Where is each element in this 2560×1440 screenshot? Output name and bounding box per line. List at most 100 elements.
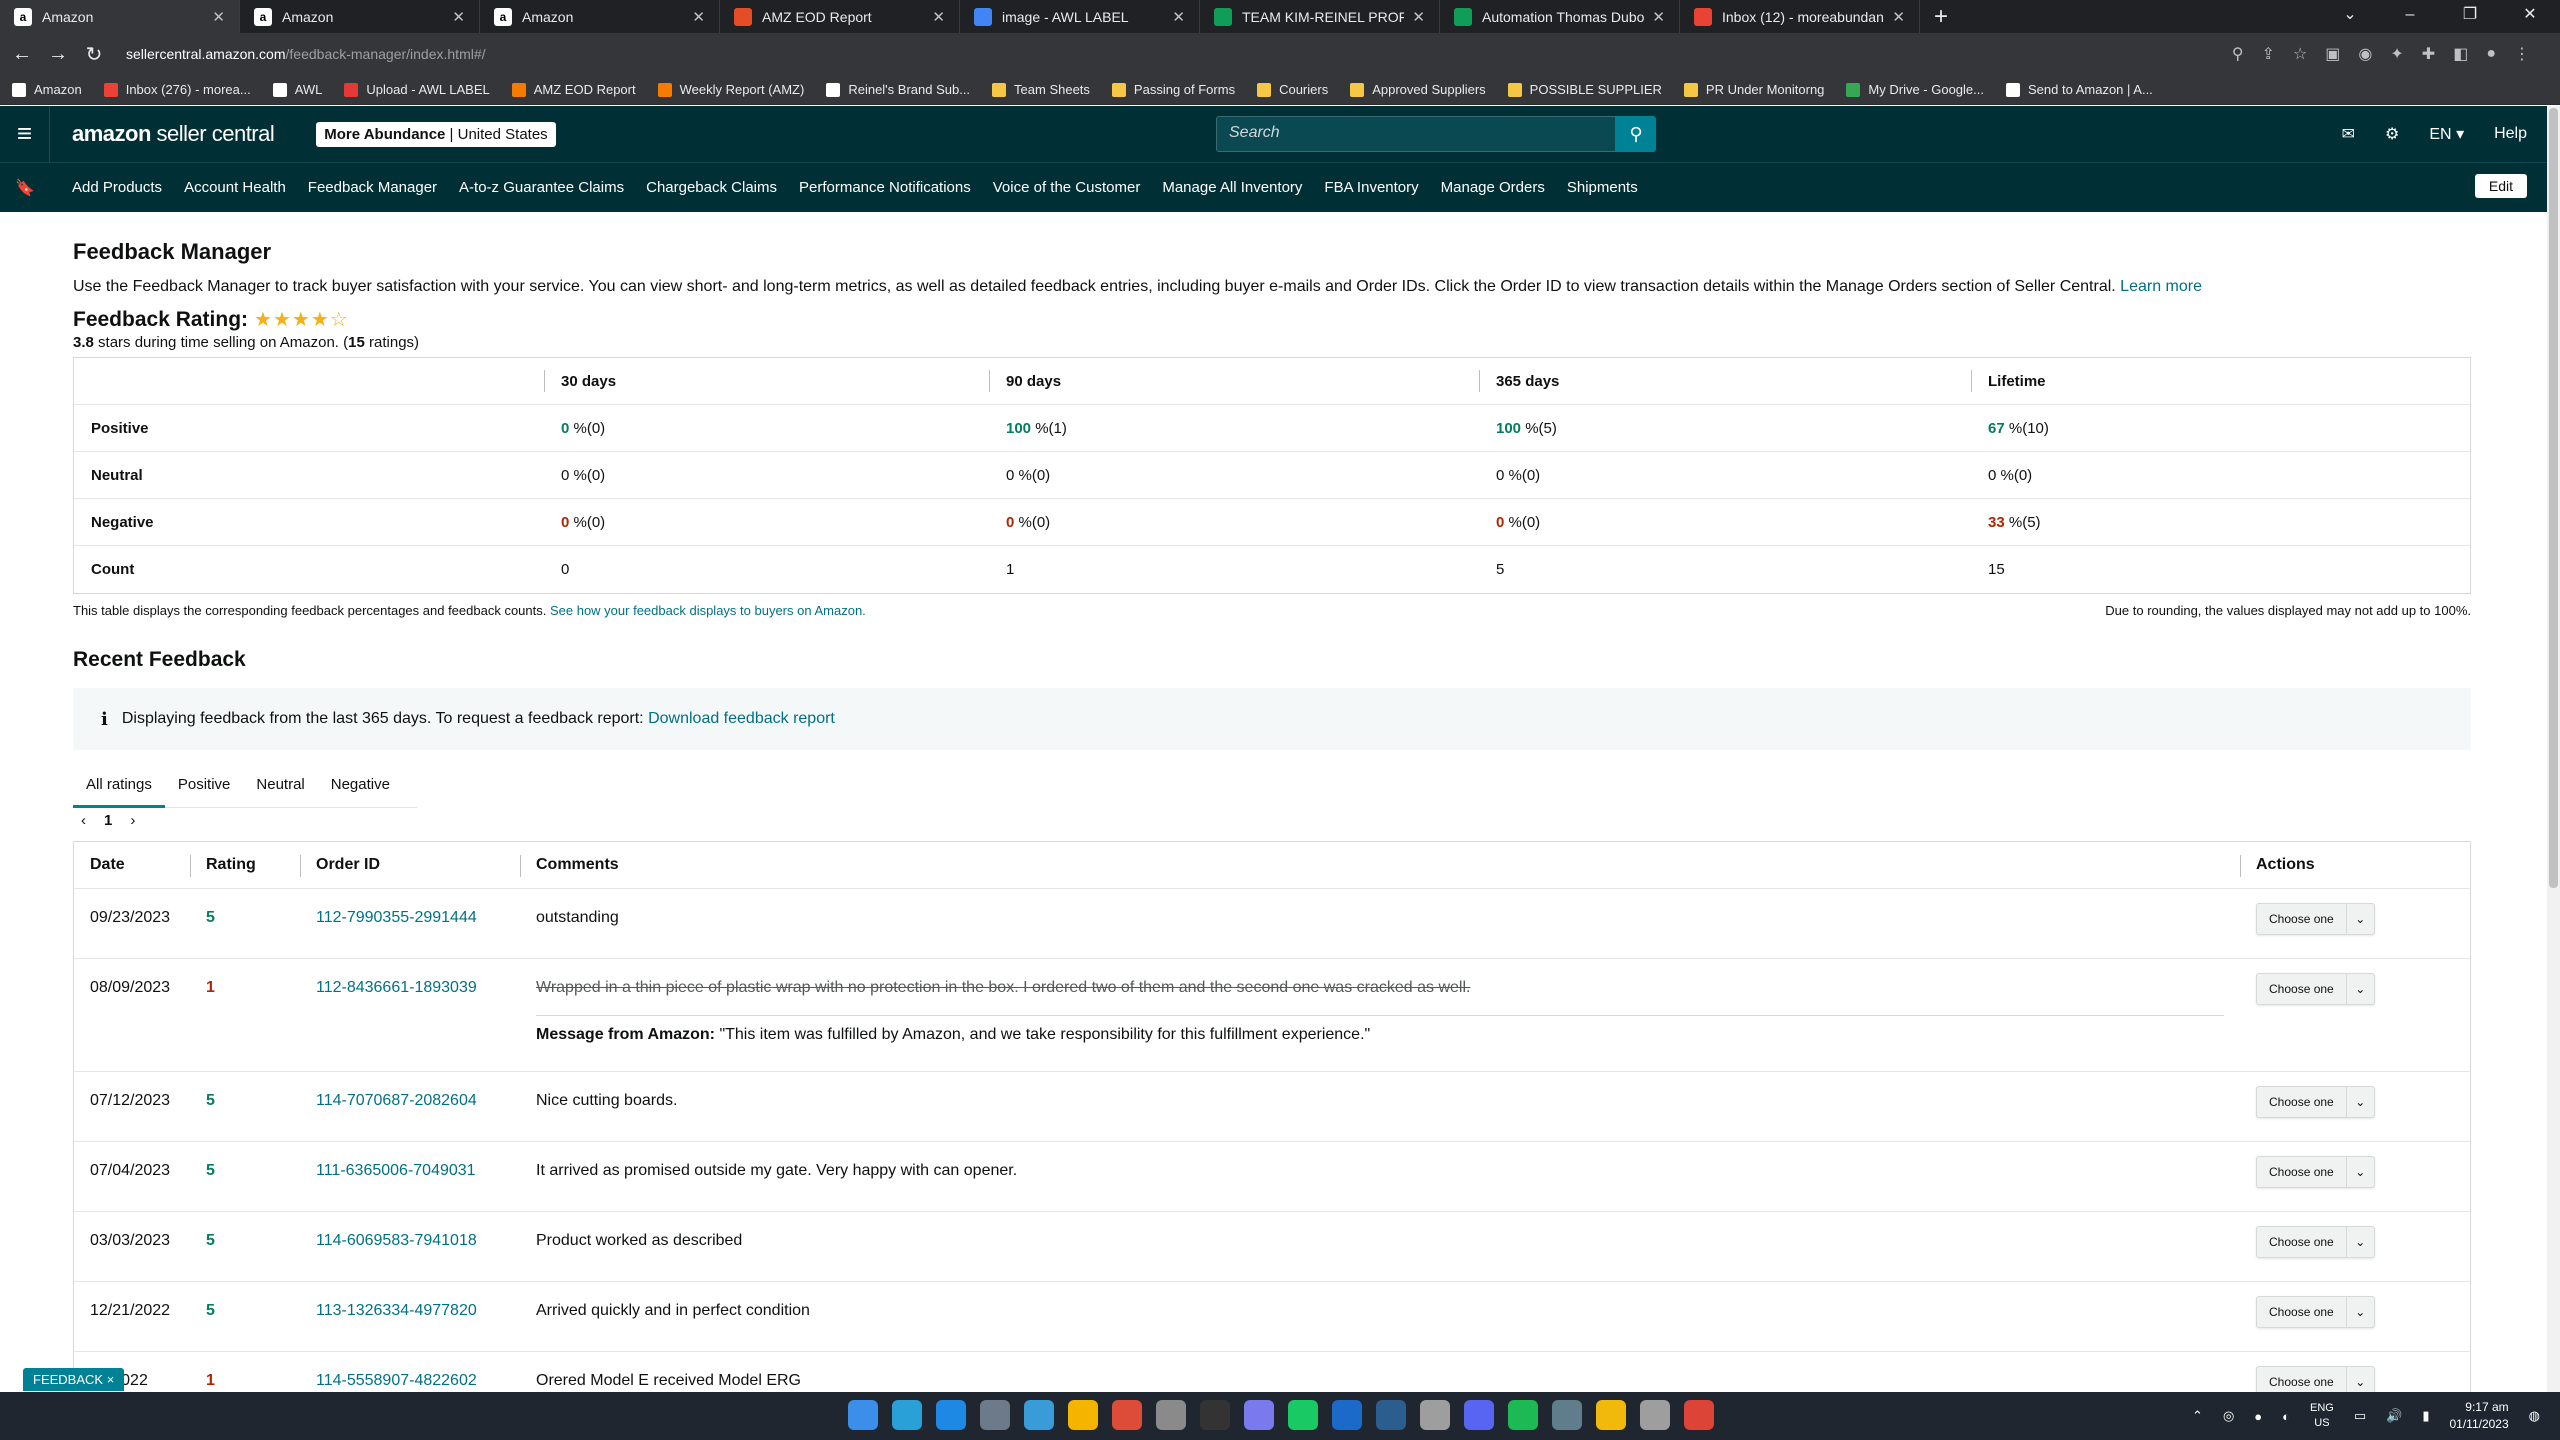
taskbar-app-icon[interactable] [848,1400,878,1430]
browser-tab[interactable]: a Amazon ✕ [0,0,240,33]
order-id-link[interactable]: 114-6069583-7941018 [316,1232,477,1249]
chevron-right-icon[interactable]: › [130,812,135,829]
chevron-down-icon[interactable]: ⌄ [2345,974,2374,1004]
volume-icon[interactable]: 🔊 [2386,1408,2402,1424]
puzzle-icon[interactable]: ✚ [2422,44,2435,64]
download-feedback-report-link[interactable]: Download feedback report [648,710,835,728]
order-id-link[interactable]: 113-1326334-4977820 [316,1302,477,1319]
app-tray-icon[interactable]: ● [2254,1409,2262,1424]
close-tab-icon[interactable]: ✕ [1892,8,1905,26]
chevron-down-icon[interactable]: ⌄ [2320,0,2380,33]
choose-one-dropdown[interactable]: Choose one ⌄ [2256,1226,2375,1258]
battery-icon[interactable]: ▮ [2422,1408,2429,1424]
taskbar-app-icon[interactable] [1200,1400,1230,1430]
taskbar-app-icon[interactable] [936,1400,966,1430]
order-id-link[interactable]: 114-5558907-4822602 [316,1372,477,1389]
clock[interactable]: 9:17 am 01/11/2023 [2449,1399,2508,1433]
choose-one-dropdown[interactable]: Choose one ⌄ [2256,1296,2375,1328]
taskbar-app-icon[interactable] [1640,1400,1670,1430]
close-tab-icon[interactable]: ✕ [1172,8,1185,26]
profile-icon[interactable]: ● [2486,45,2496,63]
help-link[interactable]: Help [2494,125,2527,143]
page-scrollbar[interactable] [2547,106,2560,1392]
forward-icon[interactable]: → [44,43,72,66]
taskbar-app-icon[interactable] [1024,1400,1054,1430]
bookmark-item[interactable]: Passing of Forms [1111,82,1235,97]
feedback-display-link[interactable]: See how your feedback displays to buyers… [550,603,866,618]
chevron-down-icon[interactable]: ⌄ [2345,1297,2374,1327]
current-page[interactable]: 1 [104,812,112,829]
browser-tab[interactable]: Inbox (12) - moreabundance7@ ✕ [1680,0,1920,33]
close-tab-icon[interactable]: ✕ [452,8,465,26]
taskbar-app-icon[interactable] [1684,1400,1714,1430]
network-icon[interactable]: ▭ [2354,1408,2366,1424]
chevron-down-icon[interactable]: ⌄ [2345,1157,2374,1187]
extension-icon[interactable]: ✦ [2390,44,2403,64]
bookmark-item[interactable]: POSSIBLE SUPPLIER [1507,82,1662,97]
nav-item[interactable]: Voice of the Customer [993,179,1141,196]
scrollbar-thumb[interactable] [2549,108,2558,888]
nav-item[interactable]: Shipments [1567,179,1638,196]
chevron-down-icon[interactable]: ⌄ [2345,904,2374,934]
bookmark-item[interactable]: My Drive - Google... [1846,82,1984,97]
choose-one-dropdown[interactable]: Choose one ⌄ [2256,903,2375,935]
browser-tab[interactable]: Automation Thomas Dubois Mo ✕ [1440,0,1680,33]
bookmark-item[interactable]: AWL [272,82,322,97]
learn-more-link[interactable]: Learn more [2120,278,2202,295]
tab-negative[interactable]: Negative [318,762,403,808]
choose-one-dropdown[interactable]: Choose one ⌄ [2256,1156,2375,1188]
nav-item[interactable]: Account Health [184,179,286,196]
extension-icon[interactable]: ▣ [2325,44,2340,64]
taskbar-app-icon[interactable] [1244,1400,1274,1430]
nav-item[interactable]: Feedback Manager [308,179,437,196]
store-selector[interactable]: More Abundance | United States [316,121,556,147]
bookmark-item[interactable]: Team Sheets [992,82,1090,97]
tab-neutral[interactable]: Neutral [243,762,317,808]
nav-item[interactable]: Chargeback Claims [646,179,777,196]
notification-icon[interactable]: ◍ [2529,1408,2540,1424]
taskbar-app-icon[interactable] [892,1400,922,1430]
choose-one-dropdown[interactable]: Choose one ⌄ [2256,1086,2375,1118]
nav-item[interactable]: Manage All Inventory [1162,179,1302,196]
taskbar-app-icon[interactable] [1068,1400,1098,1430]
close-tab-icon[interactable]: ✕ [212,8,225,26]
order-id-link[interactable]: 114-7070687-2082604 [316,1092,477,1109]
bookmark-item[interactable]: Approved Suppliers [1350,82,1486,97]
browser-tab[interactable]: AMZ EOD Report ✕ [720,0,960,33]
language-selector[interactable]: EN ▾ [2429,124,2464,144]
close-tab-icon[interactable]: ✕ [932,8,945,26]
nav-item[interactable]: Add Products [72,179,162,196]
chevron-down-icon[interactable]: ⌄ [2345,1227,2374,1257]
order-id-link[interactable]: 111-6365006-7049031 [316,1162,476,1179]
edit-nav-button[interactable]: Edit [2474,174,2527,198]
bookmark-item[interactable]: AMZ EOD Report [511,82,636,97]
taskbar-app-icon[interactable] [1332,1400,1362,1430]
minimize-icon[interactable]: – [2380,0,2440,33]
chevron-down-icon[interactable]: ⌄ [2345,1087,2374,1117]
mail-icon[interactable]: ✉ [2342,124,2355,144]
search-button[interactable]: ⚲ [1616,116,1656,152]
maximize-icon[interactable]: ❐ [2440,0,2500,33]
browser-tab[interactable]: a Amazon ✕ [240,0,480,33]
steam-icon[interactable]: ◎ [2223,1408,2234,1424]
sidebar-icon[interactable]: ◧ [2453,44,2468,64]
browser-tab[interactable]: TEAM KIM-REINEL PROFIT SHEE ✕ [1200,0,1440,33]
chevron-left-icon[interactable]: ‹ [81,812,86,829]
star-icon[interactable]: ☆ [2293,44,2307,64]
taskbar-app-icon[interactable] [980,1400,1010,1430]
hamburger-menu-icon[interactable]: ≡ [0,106,50,162]
taskbar-app-icon[interactable] [1156,1400,1186,1430]
back-icon[interactable]: ← [8,43,36,66]
url-field[interactable]: sellercentral.amazon.com/feedback-manage… [126,46,2126,62]
close-tab-icon[interactable]: ✕ [692,8,705,26]
nav-item[interactable]: A-to-z Guarantee Claims [459,179,624,196]
menu-icon[interactable]: ⋮ [2514,44,2530,64]
taskbar-app-icon[interactable] [1288,1400,1318,1430]
zoom-icon[interactable]: ⚲ [2232,44,2244,64]
language-indicator[interactable]: ENG US [2310,1401,2334,1431]
search-input[interactable]: Search [1216,116,1616,152]
bookmark-item[interactable]: Weekly Report (AMZ) [657,82,804,97]
bookmark-item[interactable]: Send to Amazon | A... [2006,82,2153,97]
taskbar-app-icon[interactable] [1376,1400,1406,1430]
feedback-widget[interactable]: FEEDBACK × [23,1368,125,1391]
